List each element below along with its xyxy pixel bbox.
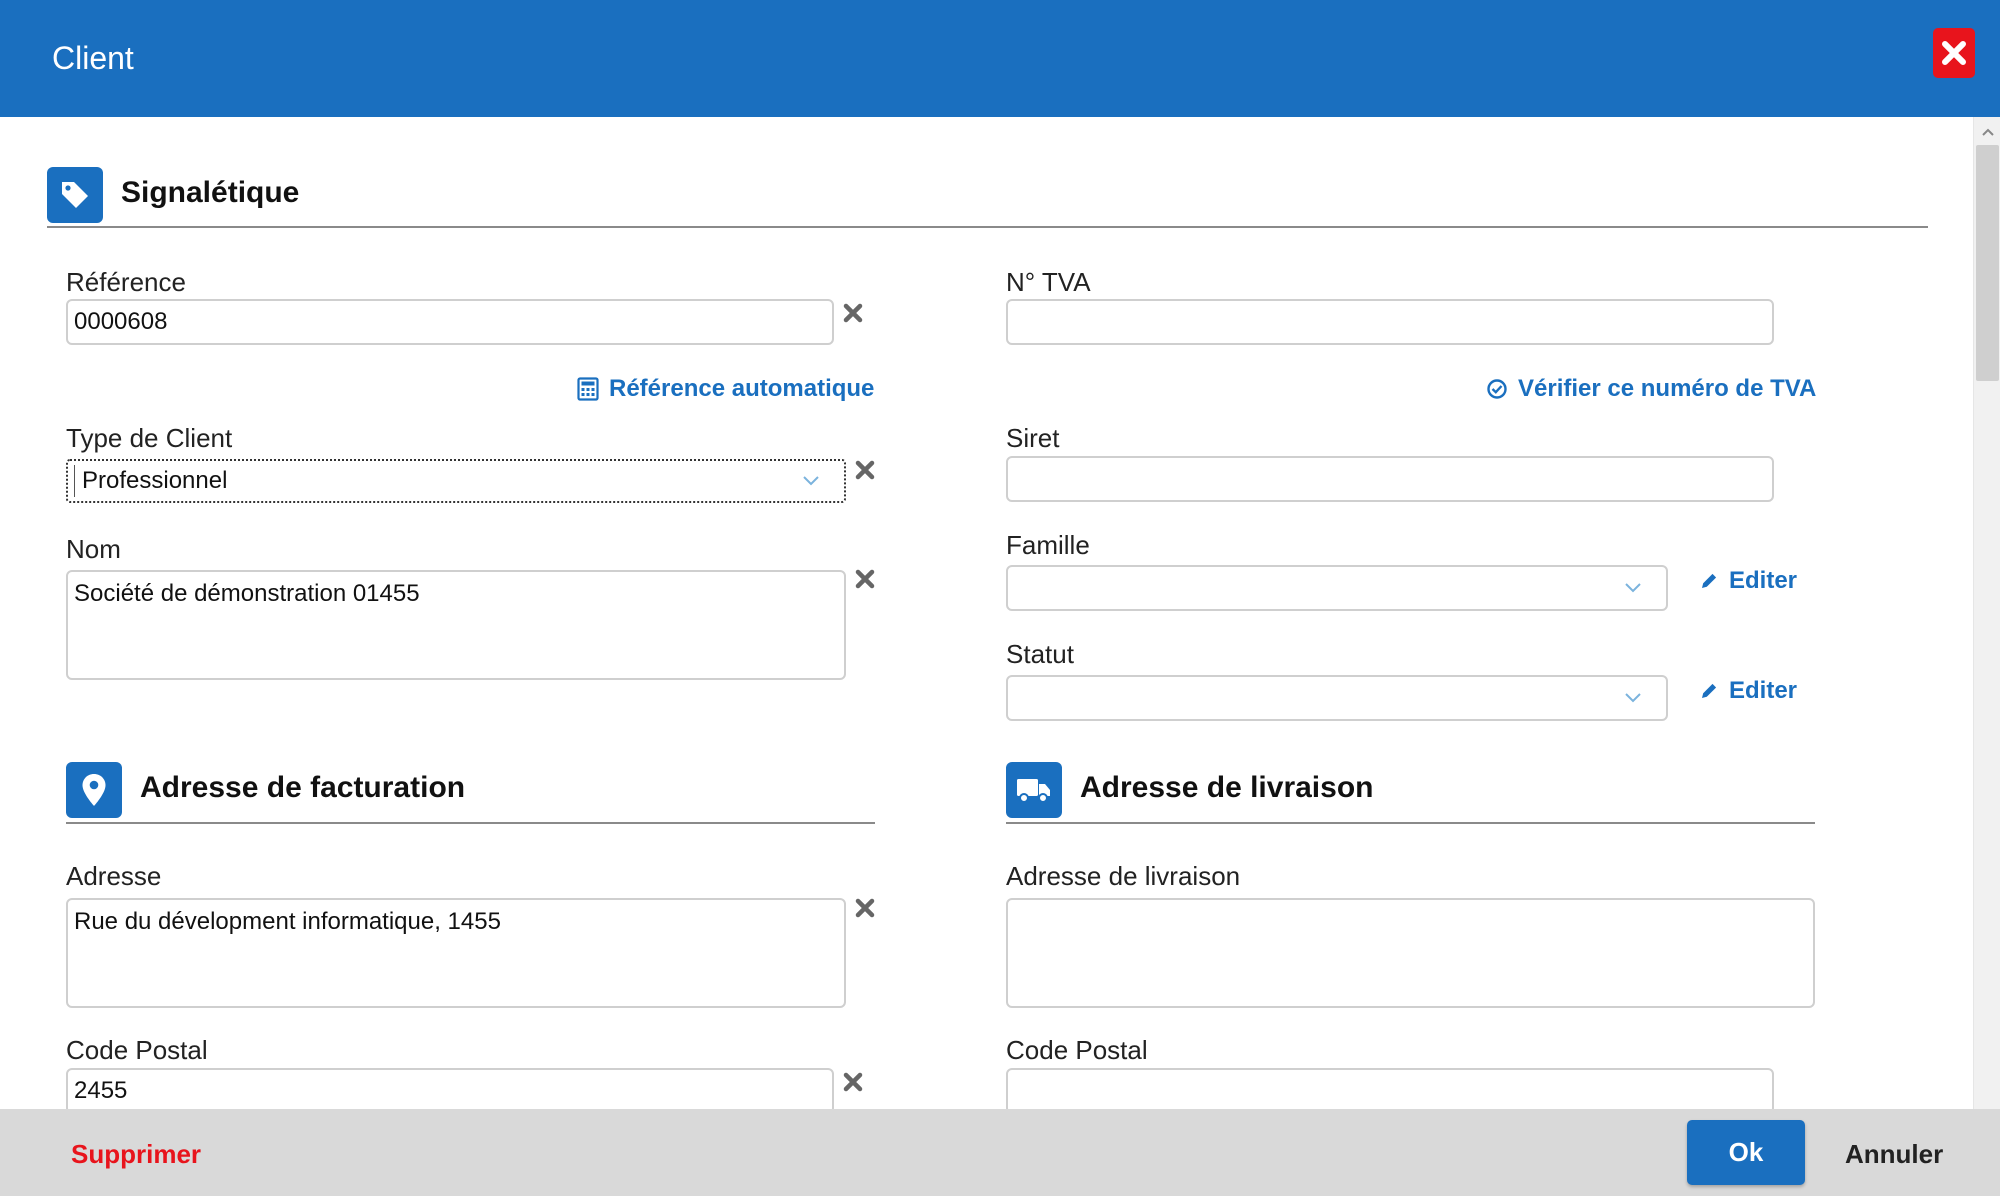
reference-input[interactable]: 0000608: [66, 299, 834, 345]
delivery-adresse-label: Adresse de livraison: [1006, 861, 1241, 891]
check-circle-icon: [1487, 379, 1507, 399]
reference-label: Référence: [66, 267, 186, 297]
chevron-down-icon: [803, 476, 819, 486]
billing-section-icon: [66, 762, 122, 818]
ok-button[interactable]: Ok: [1687, 1120, 1805, 1185]
clear-nom-icon[interactable]: [854, 568, 876, 590]
billing-code-postal-input[interactable]: 2455: [66, 1068, 834, 1109]
nom-label: Nom: [66, 534, 121, 564]
delivery-divider: [1006, 822, 1815, 824]
dialog-title: Client: [52, 40, 134, 76]
billing-adresse-label: Adresse: [66, 861, 162, 891]
clear-type-client-icon[interactable]: [854, 459, 876, 481]
delivery-section-icon: [1006, 762, 1062, 818]
billing-adresse-textarea[interactable]: Rue du dévelopment informatique, 1455: [66, 898, 846, 1008]
delivery-adresse-textarea[interactable]: [1006, 898, 1815, 1008]
scroll-up-button[interactable]: [1974, 123, 2000, 141]
map-marker-icon: [82, 774, 106, 806]
statut-label: Statut: [1006, 639, 1074, 669]
signaletique-section-icon: [47, 167, 103, 223]
type-client-select[interactable]: Professionnel: [66, 459, 846, 503]
close-icon: [1942, 41, 1966, 65]
tva-label: N° TVA: [1006, 267, 1091, 297]
nom-textarea[interactable]: Société de démonstration 01455: [66, 570, 846, 680]
tva-input[interactable]: [1006, 299, 1774, 345]
pencil-icon: [1702, 683, 1717, 698]
statut-select[interactable]: [1006, 675, 1668, 721]
chevron-down-icon: [1625, 583, 1641, 593]
billing-divider: [66, 822, 875, 824]
billing-code-postal-label: Code Postal: [66, 1035, 208, 1065]
auto-reference-link[interactable]: Référence automatique: [577, 375, 874, 403]
verify-tva-link[interactable]: Vérifier ce numéro de TVA: [1486, 375, 1816, 403]
famille-select[interactable]: [1006, 565, 1668, 611]
edit-statut-label: Editer: [1729, 677, 1798, 704]
scrollbar-thumb[interactable]: [1976, 145, 1999, 381]
close-button[interactable]: [1933, 28, 1975, 78]
clear-billing-adresse-icon[interactable]: [854, 897, 876, 919]
clear-reference-icon[interactable]: [842, 302, 864, 324]
pencil-icon: [1702, 573, 1717, 588]
delivery-section-title: Adresse de livraison: [1080, 771, 1374, 804]
calculator-icon: [577, 377, 599, 401]
signaletique-divider: [47, 226, 1928, 228]
edit-statut-link[interactable]: Editer: [1699, 677, 1797, 705]
edit-famille-link[interactable]: Editer: [1699, 567, 1797, 595]
content-scrollbar[interactable]: [1973, 117, 2000, 1109]
dialog-header: Client: [0, 0, 2000, 117]
edit-famille-label: Editer: [1729, 567, 1798, 594]
delete-button[interactable]: Supprimer: [71, 1139, 201, 1170]
dialog-footer: Supprimer Ok Annuler: [0, 1109, 2000, 1196]
caret-up-icon: [1981, 128, 1994, 136]
billing-section-title: Adresse de facturation: [140, 771, 466, 804]
tag-icon: [62, 182, 88, 208]
cancel-button[interactable]: Annuler: [1845, 1139, 1943, 1170]
type-client-label: Type de Client: [66, 423, 233, 453]
truck-icon: [1017, 779, 1050, 803]
famille-label: Famille: [1006, 530, 1090, 560]
dialog-content: Signalétique Référence 0000608 Référence…: [0, 117, 1973, 1109]
auto-reference-link-label: Référence automatique: [609, 375, 875, 402]
chevron-down-icon: [1625, 693, 1641, 703]
verify-tva-link-label: Vérifier ce numéro de TVA: [1518, 375, 1817, 402]
clear-billing-code-postal-icon[interactable]: [842, 1071, 864, 1093]
delivery-code-postal-input[interactable]: [1006, 1068, 1774, 1109]
type-client-value: Professionnel: [82, 467, 228, 494]
signaletique-section-title: Signalétique: [121, 176, 300, 209]
siret-input[interactable]: [1006, 456, 1774, 502]
siret-label: Siret: [1006, 423, 1060, 453]
delivery-code-postal-label: Code Postal: [1006, 1035, 1148, 1065]
